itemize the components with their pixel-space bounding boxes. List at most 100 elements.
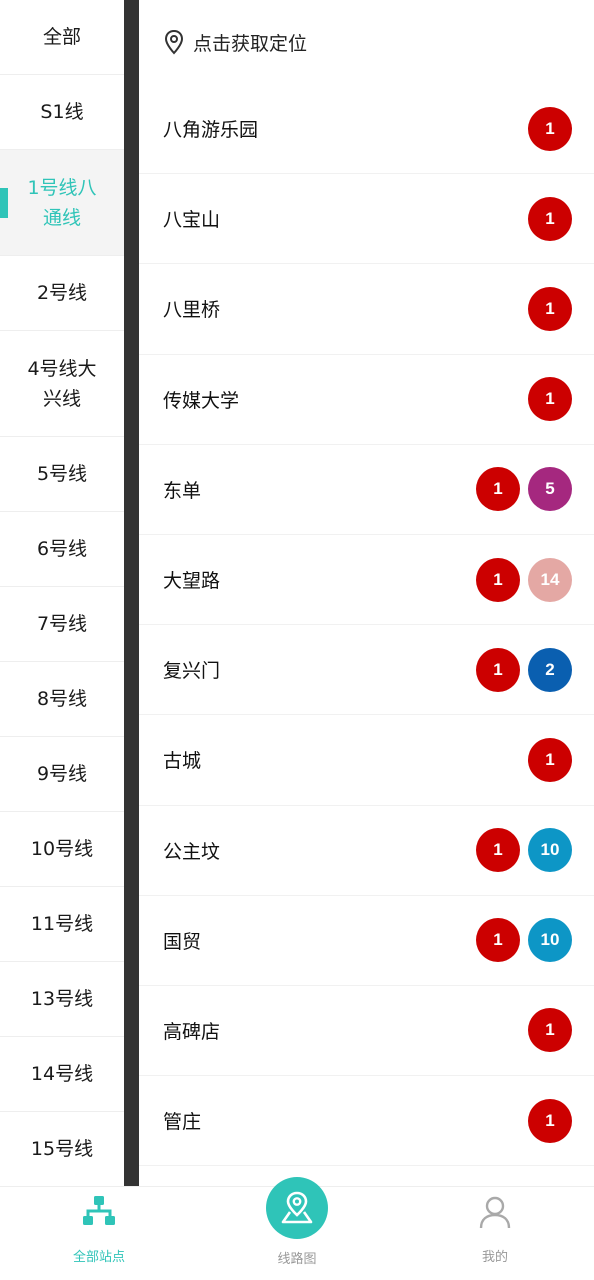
line-badge: 1 [528,1008,572,1053]
station-row[interactable]: 大望路 1 14 [139,535,594,626]
station-list: 八角游乐园 1 八宝山 1 八里桥 1 传媒大学 1 东单 1 5 大望路 1 14 复兴门 1 2 古城 1 公主坟… [139,84,594,1167]
station-row[interactable]: 国贸 1 10 [139,896,594,986]
get-location-label: 点击获取定位 [193,32,308,55]
sidebar-line-label: 9号线 [36,763,88,785]
station-name: 八里桥 [163,299,221,322]
line-badge: 1 [528,106,572,151]
sidebar-line-label: 6号线 [36,538,88,560]
line-badges: 1 [528,196,572,241]
sidebar-line-item[interactable]: 5号线 [0,437,124,512]
route-map-circle [266,1177,328,1239]
station-name: 国贸 [163,930,202,953]
station-name: 八宝山 [163,209,221,232]
sidebar-line-item[interactable]: 15号线 [0,1112,124,1186]
station-row[interactable]: 八角游乐园 1 [139,84,594,175]
line-badges: 1 [528,106,572,151]
sidebar-line-item[interactable]: 11号线 [0,887,124,962]
sidebar-line-item[interactable]: 7号线 [0,587,124,662]
nav-route-map-label: 线路图 [277,1252,317,1267]
get-location-button[interactable]: 点击获取定位 [139,0,594,84]
sidebar-line-label: 10号线 [30,838,94,860]
line-badges: 12 [476,647,572,692]
station-name: 古城 [163,750,202,773]
nav-all-stations-label: 全部站点 [72,1250,125,1265]
sidebar-line-item[interactable]: 10号线 [0,812,124,887]
line-badges: 1 10 [476,918,572,963]
line-sidebar: 全部 S1线 1号线八通线 2号线 4号线大兴线 5号线 6号线 7号线 8号线 9号线 10号线 1… [0,0,124,1186]
sidebar-line-label: 11号线 [30,913,94,935]
sidebar-line-label: 7号线 [36,613,88,635]
active-indicator [0,187,8,218]
sidebar-line-label: S1线 [40,101,84,123]
station-row[interactable]: 高碑店 1 [139,986,594,1077]
sidebar-line-item[interactable]: 1号线八通线 [0,150,124,256]
sidebar-scroll-divider [124,0,139,1186]
sidebar-line-item[interactable]: 全部 [0,0,124,75]
line-badges: 1 [528,1098,572,1143]
station-row[interactable]: 古城 1 [139,715,594,806]
station-tree-icon [83,1196,115,1225]
line-badges: 1 [528,737,572,782]
sidebar-line-item[interactable]: 13号线 [0,962,124,1037]
sidebar-line-label: 13号线 [30,988,94,1010]
line-badges: 15 [476,467,572,512]
sidebar-line-item[interactable]: 6号线 [0,512,124,587]
line-badges: 1 10 [476,828,572,873]
station-name: 大望路 [163,570,221,593]
user-icon [479,1196,511,1229]
sidebar-line-label: 8号线 [36,688,88,710]
sidebar-line-label: 15号线 [30,1138,94,1160]
location-pin-icon [164,29,184,55]
line-badge: 14 [528,557,572,602]
station-row[interactable]: 东单 1 5 [139,445,594,535]
line-badge: 1 [476,467,520,512]
line-badge: 1 [476,828,520,873]
sidebar-line-label: 1号线八通线 [27,176,97,229]
line-badges: 1 14 [476,557,572,602]
line-badge: 1 [528,1098,572,1143]
station-list-panel: 点击获取定位 八角游乐园 1 八宝山 1 八里桥 1 传媒大学 1 东单 1 5 大望路 1 14 复兴门 1… [139,0,594,1186]
bottom-navigation: 全部站点 线路图 我的 [0,1177,594,1280]
station-row[interactable]: 管庄 1 [139,1076,594,1167]
station-name: 东单 [163,479,202,502]
sidebar-line-item[interactable]: 2号线 [0,256,124,331]
station-row[interactable]: 公主坟 1 10 [139,806,594,896]
station-name: 公主坟 [163,840,221,863]
line-badge: 1 [476,918,520,963]
sidebar-line-item[interactable]: 8号线 [0,662,124,737]
sidebar-line-item[interactable]: 9号线 [0,737,124,812]
station-row[interactable]: 复兴门 1 2 [139,625,594,716]
sidebar-line-item[interactable]: 4号线大兴线 [0,331,124,437]
line-badge: 1 [528,377,572,422]
sidebar-line-item[interactable]: 14号线 [0,1037,124,1112]
line-badges: 1 [528,1008,572,1053]
nav-mine[interactable]: 我的 [415,1187,575,1280]
station-name: 八角游乐园 [163,119,259,142]
line-badges: 1 [528,377,572,422]
station-row[interactable]: 八里桥 1 [139,264,594,355]
line-badge: 1 [476,647,520,692]
line-badge: 1 [476,557,520,602]
line-badge: 10 [528,828,572,873]
nav-route-map[interactable]: 线路图 [217,1177,377,1280]
station-row[interactable]: 传媒大学 1 [139,355,594,445]
line-badge: 10 [528,918,572,963]
line-badge: 1 [528,737,572,782]
sidebar-line-label: 全部 [42,26,81,48]
station-name: 管庄 [163,1111,202,1134]
line-badge: 1 [528,286,572,331]
station-name: 高碑店 [163,1020,221,1043]
line-badge: 5 [528,467,572,512]
station-name: 复兴门 [163,660,221,683]
sidebar-line-label: 5号线 [36,463,88,485]
nav-all-stations[interactable]: 全部站点 [19,1187,179,1280]
line-badges: 1 [528,286,572,331]
sidebar-line-label: 14号线 [30,1063,94,1085]
station-row[interactable]: 八宝山 1 [139,174,594,265]
sidebar-line-item[interactable]: S1线 [0,75,124,150]
line-badge: 2 [528,647,572,692]
nav-mine-label: 我的 [481,1250,508,1265]
sidebar-line-label: 2号线 [36,282,88,304]
sidebar-line-label: 4号线大兴线 [27,357,97,410]
line-badge: 1 [528,196,572,241]
